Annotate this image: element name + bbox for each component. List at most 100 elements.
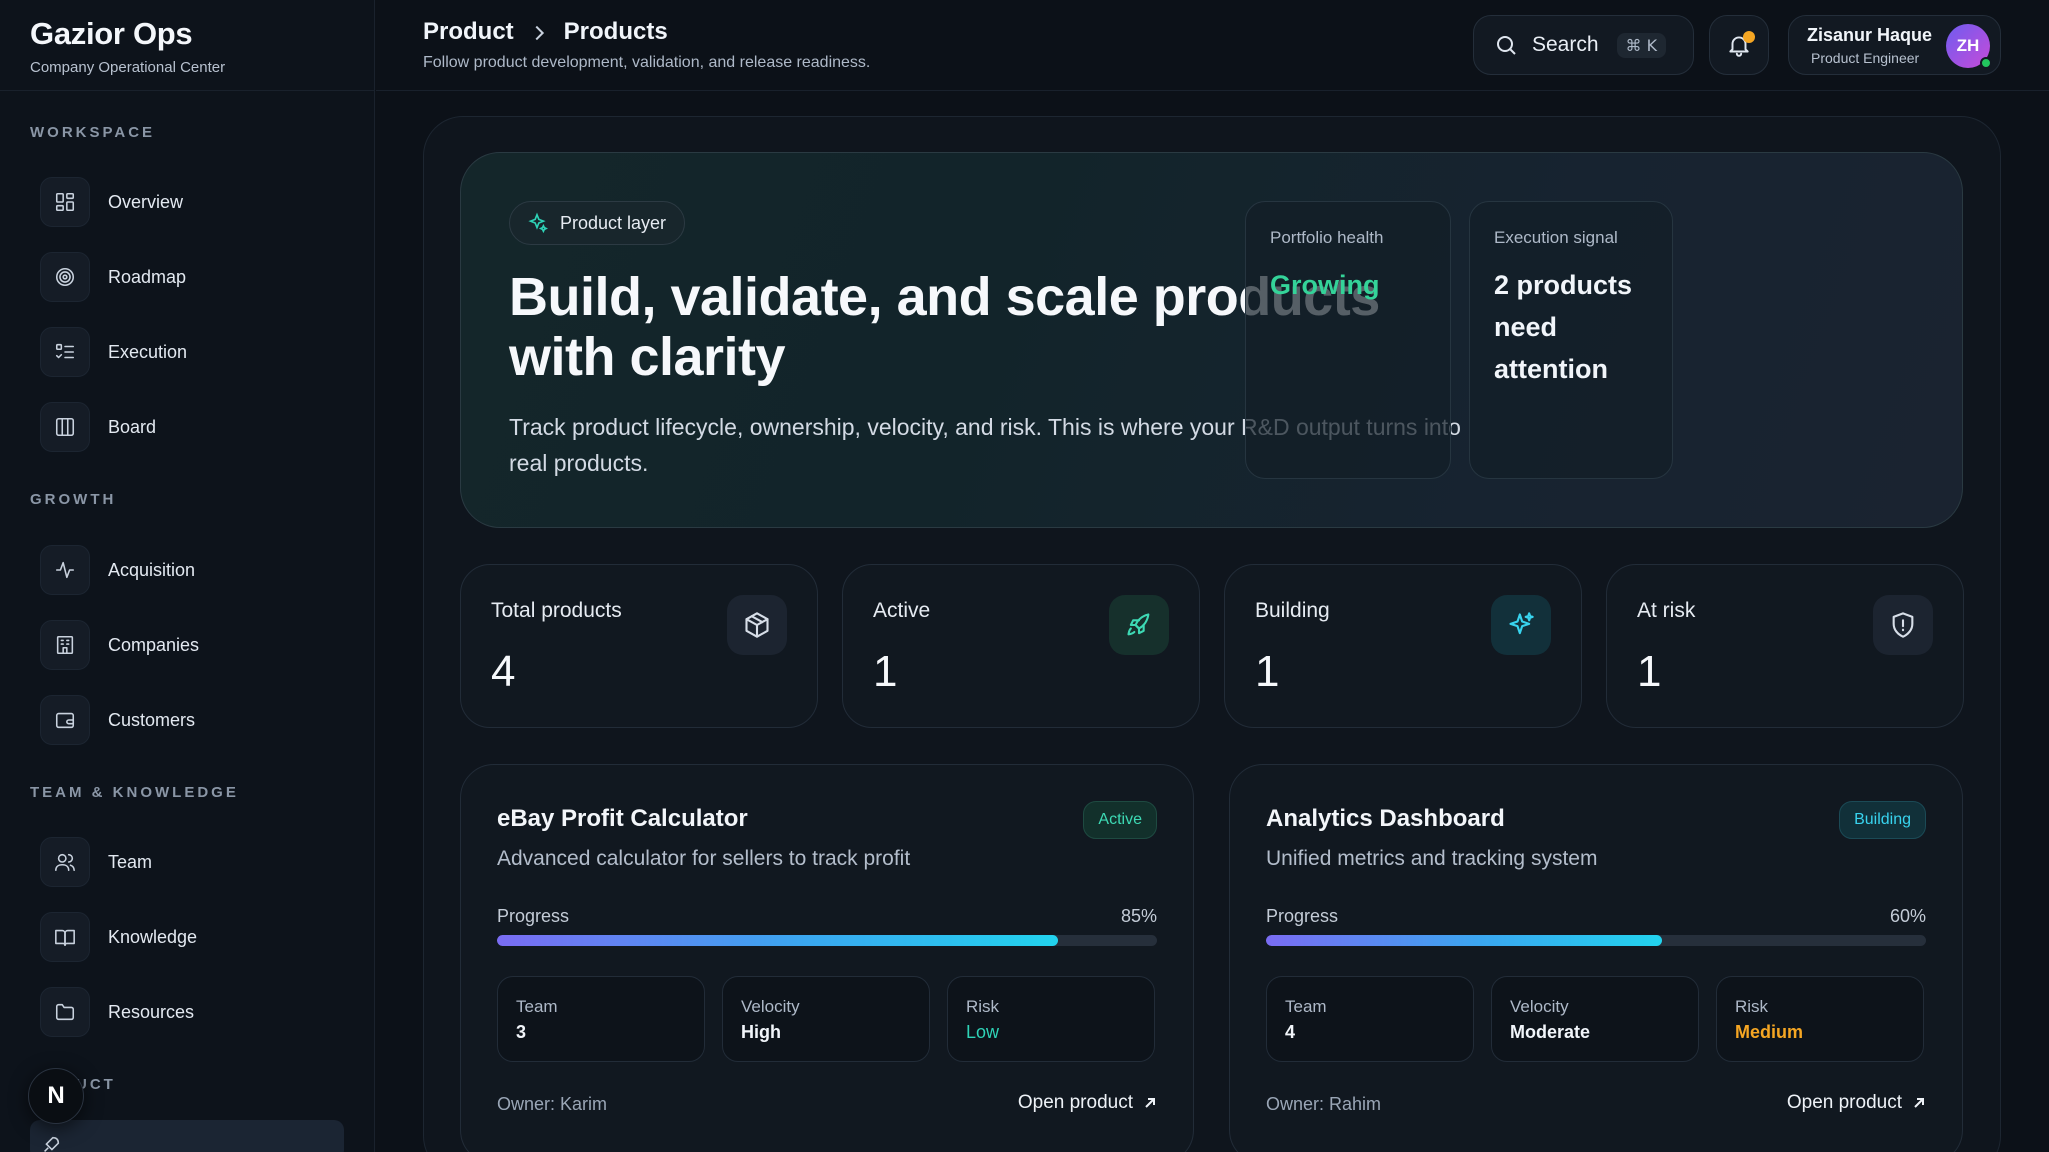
metric-label: Velocity — [1510, 997, 1569, 1016]
online-status-dot — [1980, 57, 1992, 69]
kpi-value: 4 — [491, 647, 516, 696]
kpi-label: Active — [873, 599, 931, 622]
sidebar-item-label: Knowledge — [108, 926, 198, 947]
sidebar-item-resources[interactable]: Resources — [40, 987, 340, 1037]
sidebar-item-label: Overview — [108, 191, 184, 212]
product-card-ebay-profit-calculator[interactable]: eBay Profit Calculator Advanced calculat… — [460, 764, 1194, 1152]
grid-icon — [40, 177, 90, 227]
open-product-link[interactable]: Open product — [1018, 1092, 1157, 1114]
progress-value: 85% — [1120, 906, 1157, 926]
list-check-icon — [40, 327, 90, 377]
metric-label: Team — [1285, 997, 1327, 1016]
users-icon — [40, 837, 90, 887]
sidebar-item-label: Execution — [108, 341, 188, 362]
brand-subtitle: Company Operational Center — [30, 59, 226, 76]
sidebar-item-label: Acquisition — [108, 559, 196, 580]
hero-card: Product layer Build, validate, and scale… — [460, 152, 1963, 528]
metric-team: Team 3 — [497, 976, 705, 1062]
metric-value: 3 — [516, 1022, 527, 1042]
kpi-label: At risk — [1637, 599, 1696, 622]
open-product-link[interactable]: Open product — [1787, 1092, 1926, 1114]
page-subtitle: Follow product development, validation, … — [423, 54, 871, 71]
floating-n-button[interactable]: N — [28, 1068, 84, 1124]
sidebar-item-label: Customers — [108, 709, 196, 730]
portfolio-health-card: Portfolio health Growing — [1245, 201, 1451, 479]
search-icon — [1494, 33, 1518, 57]
user-name: Zisanur Haque — [1807, 25, 1933, 45]
user-menu[interactable]: Zisanur Haque Product Engineer ZH — [1788, 15, 2001, 75]
sidebar-item-execution[interactable]: Execution — [40, 327, 340, 377]
portfolio-health-value: Growing — [1270, 270, 1380, 300]
open-product-label: Open product — [1786, 1092, 1902, 1113]
metric-value: Medium — [1735, 1022, 1804, 1042]
breadcrumb-product[interactable]: Product — [423, 18, 514, 46]
sidebar-item-label: Team — [108, 851, 153, 872]
progress-value: 60% — [1889, 906, 1926, 926]
chevron-right-icon — [528, 18, 550, 46]
metric-value: Low — [966, 1022, 1000, 1042]
kpi-at-risk: At risk 1 — [1606, 564, 1964, 728]
status-badge: Active — [1083, 801, 1157, 839]
building-icon — [40, 620, 90, 670]
avatar-initials: ZH — [1956, 36, 1980, 55]
metric-risk: Risk Low — [947, 976, 1155, 1062]
section-growth: GROWTH — [30, 491, 117, 508]
section-workspace: WORKSPACE — [30, 124, 156, 141]
sidebar-item-customers[interactable]: Customers — [40, 695, 340, 745]
notifications-button[interactable] — [1709, 15, 1769, 75]
search-button[interactable]: Search ⌘ K — [1473, 15, 1694, 75]
product-card-analytics-dashboard[interactable]: Analytics Dashboard Unified metrics and … — [1229, 764, 1963, 1152]
arrow-up-right-icon — [1902, 1096, 1926, 1110]
sidebar-item-companies[interactable]: Companies — [40, 620, 340, 670]
brand: Gazior Ops Company Operational Center — [30, 16, 225, 76]
sidebar-item-board[interactable]: Board — [40, 402, 340, 452]
progress-label: Progress — [497, 906, 570, 926]
shield-icon — [1873, 595, 1933, 655]
sidebar-item-team[interactable]: Team — [40, 837, 340, 887]
kpi-value: 1 — [1637, 647, 1662, 696]
book-icon — [40, 912, 90, 962]
arrow-up-right-icon — [1133, 1096, 1157, 1110]
pill-label: Product layer — [560, 212, 667, 233]
kpi-building: Building 1 — [1224, 564, 1582, 728]
notification-dot — [1743, 31, 1755, 43]
open-product-label: Open product — [1017, 1092, 1133, 1113]
metric-value: Moderate — [1510, 1022, 1591, 1042]
sidebar-item-products[interactable] — [30, 1120, 344, 1152]
top-header: Product Products Follow product developm… — [376, 0, 2049, 91]
status-badge: Building — [1839, 801, 1926, 839]
kpi-value: 1 — [1255, 647, 1280, 696]
product-owner: Owner: Karim — [497, 1094, 608, 1114]
progress-bar — [1266, 935, 1926, 946]
activity-icon — [40, 545, 90, 595]
metric-label: Team — [516, 997, 558, 1016]
execution-signal-value: 2 products need attention — [1494, 270, 1633, 384]
sidebar: Gazior Ops Company Operational Center WO… — [0, 0, 375, 1152]
kpi-label: Building — [1255, 599, 1330, 622]
progress-bar — [497, 935, 1157, 946]
product-owner: Owner: Rahim — [1266, 1094, 1382, 1114]
sparkles-icon — [1491, 595, 1551, 655]
breadcrumb: Product Products — [423, 18, 668, 46]
sidebar-item-label: Resources — [108, 1001, 195, 1022]
sidebar-item-knowledge[interactable]: Knowledge — [40, 912, 340, 962]
execution-signal-label: Execution signal — [1494, 228, 1618, 247]
target-icon — [40, 252, 90, 302]
sidebar-item-overview[interactable]: Overview — [40, 177, 340, 227]
progress-fill — [497, 935, 1058, 946]
metric-value: 4 — [1285, 1022, 1296, 1042]
search-shortcut: ⌘ K — [1616, 32, 1667, 58]
breadcrumb-products: Products — [563, 18, 668, 45]
product-layer-pill: Product layer — [509, 201, 686, 245]
folder-icon — [40, 987, 90, 1037]
sparkles-icon — [526, 212, 560, 234]
sidebar-item-roadmap[interactable]: Roadmap — [40, 252, 340, 302]
metric-velocity: Velocity High — [722, 976, 930, 1062]
section-team-knowledge: TEAM & KNOWLEDGE — [30, 784, 239, 801]
progress-label: Progress — [1266, 906, 1339, 926]
sidebar-item-acquisition[interactable]: Acquisition — [40, 545, 340, 595]
brand-title: Gazior Ops — [30, 16, 193, 51]
search-label: Search — [1532, 33, 1599, 56]
metric-team: Team 4 — [1266, 976, 1474, 1062]
progress-fill — [1266, 935, 1662, 946]
